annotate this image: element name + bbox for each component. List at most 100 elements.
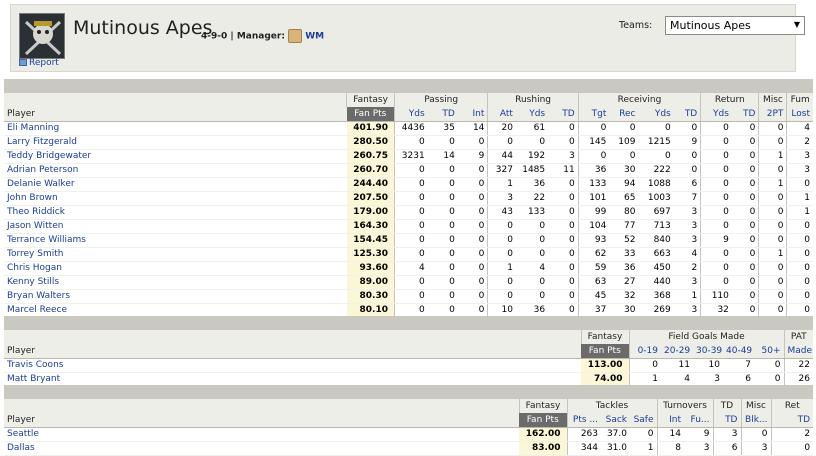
col-fum-lost[interactable]: Lost bbox=[786, 107, 813, 122]
stat-cell: 0 bbox=[548, 219, 579, 234]
col-rush-td[interactable]: TD bbox=[548, 107, 579, 122]
col-rec-yds[interactable]: Yds bbox=[638, 107, 674, 122]
col-fan-pts[interactable]: Fan Pts bbox=[346, 107, 395, 122]
stat-cell: 6 bbox=[673, 177, 701, 192]
col-rec-tgt[interactable]: Tgt bbox=[577, 107, 610, 122]
col-fg-0-19[interactable]: 0-19 bbox=[628, 344, 661, 359]
stat-cell: 9 bbox=[457, 149, 488, 164]
player-link[interactable]: Marcel Reece bbox=[7, 305, 67, 315]
stat-cell: 3231 bbox=[393, 149, 428, 164]
stat-cell: 0 bbox=[457, 303, 488, 318]
col-ret-td[interactable]: TD bbox=[770, 413, 814, 428]
col-sack[interactable]: Sack bbox=[601, 413, 630, 428]
fan-pts-cell: 80.30 bbox=[346, 289, 395, 304]
player-cell: Torrey Smith bbox=[4, 247, 347, 262]
stat-cell: 62 bbox=[577, 247, 610, 262]
stat-cell: 31.0 bbox=[601, 441, 630, 456]
stat-cell: 44 bbox=[487, 149, 516, 164]
player-link[interactable]: Larry Fitzgerald bbox=[7, 137, 77, 147]
stat-cell: 3 bbox=[740, 441, 771, 456]
stat-cell: 0 bbox=[731, 233, 759, 248]
col-fg-40-49[interactable]: 40-49 bbox=[723, 344, 754, 359]
col-fan-pts[interactable]: Fan Pts bbox=[519, 413, 567, 428]
col-player: Player bbox=[4, 413, 519, 428]
stat-cell: 9 bbox=[673, 135, 701, 150]
player-link[interactable]: Chris Hogan bbox=[7, 263, 62, 273]
fan-pts-cell: 260.70 bbox=[346, 163, 395, 178]
col-rec-td[interactable]: TD bbox=[673, 107, 701, 122]
fan-pts-cell: 162.00 bbox=[519, 427, 567, 442]
col-ret-yds[interactable]: Yds bbox=[700, 107, 732, 122]
stat-cell: 192 bbox=[515, 149, 549, 164]
player-cell: Jason Witten bbox=[4, 219, 347, 234]
col-rec-rec[interactable]: Rec bbox=[609, 107, 639, 122]
stat-cell: 0 bbox=[515, 135, 549, 150]
col-ret-td[interactable]: TD bbox=[731, 107, 759, 122]
stat-cell: 52 bbox=[609, 233, 639, 248]
stat-cell: 6 bbox=[723, 372, 754, 387]
player-link[interactable]: Torrey Smith bbox=[7, 249, 63, 259]
player-link[interactable]: Kenny Stills bbox=[7, 277, 59, 287]
stat-cell: 0 bbox=[457, 247, 488, 262]
table-row: Theo Riddick 179.00 0 0 0 43 133 0 99 80 697 3 0 0 0 1 bbox=[4, 205, 813, 220]
fan-pts-cell: 164.30 bbox=[346, 219, 395, 234]
player-link[interactable]: Theo Riddick bbox=[7, 207, 65, 217]
col-fg-20-29[interactable]: 20-29 bbox=[661, 344, 693, 359]
fan-pts-cell: 113.00 bbox=[581, 358, 629, 373]
col-td[interactable]: TD bbox=[712, 413, 741, 428]
offense-stats-table: Fantasy Passing Rushing Receiving Return… bbox=[4, 79, 813, 318]
stat-cell: 7 bbox=[723, 358, 754, 373]
table-row: Kenny Stills 89.00 0 0 0 0 0 0 63 27 440 3 0 0 0 0 bbox=[4, 275, 813, 290]
player-link[interactable]: Dallas bbox=[7, 443, 35, 453]
player-link[interactable]: Bryan Walters bbox=[7, 291, 70, 301]
col-rush-att[interactable]: Att bbox=[487, 107, 516, 122]
col-fan-pts[interactable]: Fan Pts bbox=[581, 344, 629, 359]
col-pass-int[interactable]: Int bbox=[457, 107, 488, 122]
player-link[interactable]: Travis Coons bbox=[7, 360, 63, 370]
col-pass-yds[interactable]: Yds bbox=[393, 107, 428, 122]
col-misc-2pt[interactable]: 2PT bbox=[758, 107, 787, 122]
player-link[interactable]: Eli Manning bbox=[7, 123, 59, 133]
stat-cell: 0 bbox=[731, 275, 759, 290]
col-safe[interactable]: Safe bbox=[630, 413, 657, 428]
stat-cell: 0 bbox=[758, 205, 787, 220]
group-ret: Ret bbox=[770, 399, 814, 413]
stat-cell: 0 bbox=[427, 163, 458, 178]
manager-link[interactable]: WM bbox=[305, 32, 324, 42]
player-link[interactable]: Delanie Walker bbox=[7, 179, 75, 189]
col-fum[interactable]: Fu... bbox=[684, 413, 713, 428]
stat-cell: 440 bbox=[638, 275, 674, 290]
group-field-goals: Field Goals Made bbox=[628, 330, 784, 344]
stat-cell: 0 bbox=[487, 289, 516, 304]
col-blk[interactable]: Blk... bbox=[740, 413, 771, 428]
stat-cell: 0 bbox=[700, 149, 732, 164]
col-rush-yds[interactable]: Yds bbox=[515, 107, 549, 122]
stat-cell: 3 bbox=[673, 233, 701, 248]
player-link[interactable]: Matt Bryant bbox=[7, 374, 60, 384]
player-link[interactable]: John Brown bbox=[7, 193, 58, 203]
col-pts-allowed[interactable]: Pts ... bbox=[566, 413, 601, 428]
stat-cell: 0 bbox=[638, 149, 674, 164]
player-cell: Theo Riddick bbox=[4, 205, 347, 220]
col-int[interactable]: Int bbox=[656, 413, 684, 428]
stat-cell: 0 bbox=[427, 261, 458, 276]
stat-cell: 0 bbox=[427, 289, 458, 304]
col-fg-30-39[interactable]: 30-39 bbox=[693, 344, 723, 359]
player-link[interactable]: Teddy Bridgewater bbox=[7, 151, 91, 161]
player-link[interactable]: Terrance Williams bbox=[7, 235, 86, 245]
stat-cell: 0 bbox=[393, 191, 428, 206]
col-pass-td[interactable]: TD bbox=[427, 107, 458, 122]
player-link[interactable]: Adrian Peterson bbox=[7, 165, 78, 175]
stat-cell: 0 bbox=[758, 163, 787, 178]
player-link[interactable]: Seattle bbox=[7, 429, 39, 439]
player-link[interactable]: Jason Witten bbox=[7, 221, 63, 231]
col-fg-50-plus[interactable]: 50+ bbox=[754, 344, 784, 359]
stat-cell: 0 bbox=[548, 303, 579, 318]
teams-select[interactable]: Mutinous Apes ▼ bbox=[665, 16, 805, 35]
stat-cell: 0 bbox=[758, 303, 787, 318]
col-pat-made[interactable]: Made bbox=[783, 344, 813, 359]
stat-cell: 0 bbox=[457, 233, 488, 248]
report-link[interactable]: Report bbox=[19, 58, 59, 68]
stat-cell: 0 bbox=[731, 303, 759, 318]
stat-cell: 26 bbox=[783, 372, 813, 387]
